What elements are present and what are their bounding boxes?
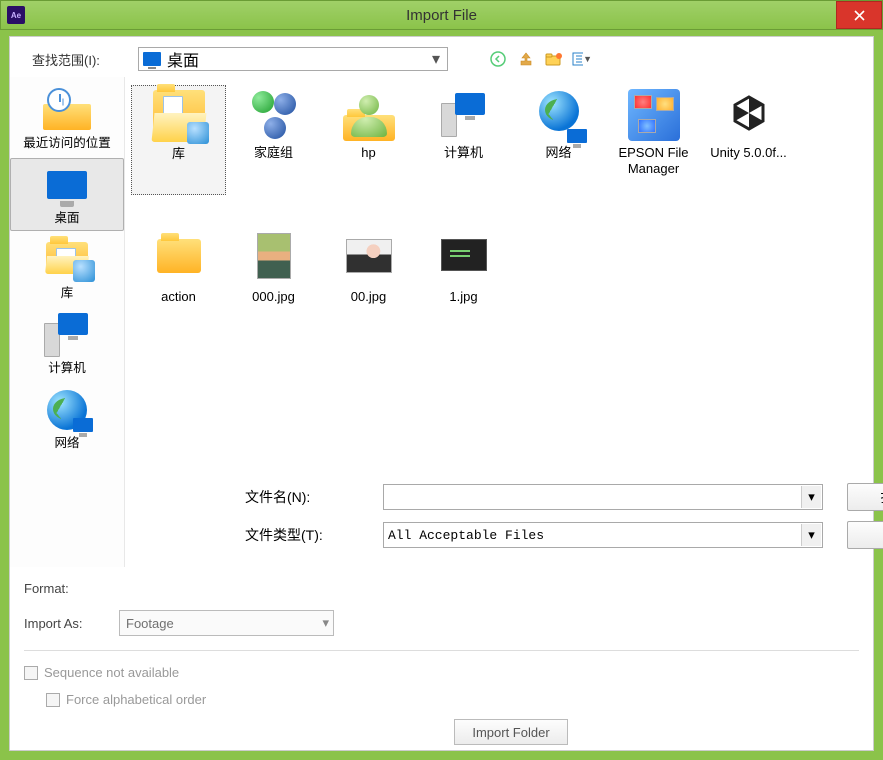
- look-in-label: 查找范围(I):: [32, 50, 138, 69]
- libraries-icon: [43, 238, 91, 280]
- import-folder-button[interactable]: Import Folder: [454, 719, 568, 745]
- place-recent[interactable]: 最近访问的位置: [10, 83, 124, 156]
- look-in-dropdown[interactable]: 桌面 ▾: [138, 47, 448, 71]
- chevron-down-icon: ▾: [801, 486, 821, 508]
- file-item-label: 计算机: [444, 145, 483, 161]
- file-item-unity[interactable]: Unity 5.0.0f...: [701, 85, 796, 195]
- cancel-button[interactable]: 取消: [847, 521, 883, 549]
- look-in-row: 查找范围(I): 桌面 ▾ ▼: [10, 37, 873, 77]
- app-icon: Ae: [7, 6, 25, 24]
- file-item-label: 00.jpg: [351, 289, 386, 305]
- view-menu-icon: [572, 51, 583, 67]
- computer-icon: [43, 313, 91, 355]
- import-as-label: Import As:: [24, 616, 119, 631]
- file-controls: 文件名(N): ▾ 打开(O) 文件类型(T): All Acceptable …: [125, 475, 883, 567]
- file-item-label: 家庭组: [254, 145, 293, 161]
- libraries-icon: [153, 90, 205, 142]
- divider: [24, 650, 859, 651]
- filetype-combobox[interactable]: All Acceptable Files ▾: [383, 522, 823, 548]
- file-item-label: 000.jpg: [252, 289, 295, 305]
- unity-icon: [723, 89, 775, 141]
- desktop-icon: [43, 163, 91, 205]
- place-label: 计算机: [48, 357, 86, 376]
- place-label: 库: [61, 282, 74, 301]
- place-label: 桌面: [54, 207, 79, 226]
- file-item-libraries[interactable]: 库: [131, 85, 226, 195]
- back-icon: [490, 51, 506, 67]
- chevron-down-icon: ▾: [801, 524, 821, 546]
- file-item-label: hp: [361, 145, 375, 161]
- place-libraries[interactable]: 库: [10, 233, 124, 306]
- close-icon: [854, 10, 865, 21]
- look-in-value: 桌面: [167, 47, 199, 71]
- file-item-label: EPSON File Manager: [608, 145, 699, 176]
- image-thumbnail-icon: [438, 233, 490, 285]
- place-label: 网络: [54, 432, 79, 451]
- force-alpha-checkbox[interactable]: [46, 693, 60, 707]
- filename-label: 文件名(N):: [245, 487, 383, 507]
- new-folder-icon: [545, 51, 563, 67]
- file-item-epson[interactable]: EPSON File Manager: [606, 85, 701, 195]
- image-thumbnail-icon: [248, 233, 300, 285]
- filetype-label: 文件类型(T):: [245, 525, 383, 545]
- place-computer[interactable]: 计算机: [10, 308, 124, 381]
- file-item-homegroup[interactable]: 家庭组: [226, 85, 321, 195]
- chevron-down-icon: ▾: [427, 50, 445, 68]
- import-options: Format: Import As: Footage ▾ Sequence no…: [10, 567, 873, 745]
- computer-icon: [438, 89, 490, 141]
- file-item-computer[interactable]: 计算机: [416, 85, 511, 195]
- places-bar: 最近访问的位置 桌面 库 计算机 网络: [10, 77, 125, 567]
- up-level-button[interactable]: [516, 49, 536, 69]
- place-label: 最近访问的位置: [23, 132, 111, 151]
- close-button[interactable]: [836, 1, 882, 29]
- folder-icon: [153, 233, 205, 285]
- open-button[interactable]: 打开(O): [847, 483, 883, 511]
- filename-combobox[interactable]: ▾: [383, 484, 823, 510]
- network-icon: [43, 388, 91, 430]
- place-network[interactable]: 网络: [10, 383, 124, 456]
- window-title: Import File: [406, 7, 477, 24]
- desktop-icon: [143, 52, 161, 66]
- epson-file-manager-icon: [628, 89, 680, 141]
- file-list[interactable]: 库 家庭组 hp 计算机 网络: [125, 77, 883, 475]
- file-item-label: 1.jpg: [449, 289, 477, 305]
- place-desktop[interactable]: 桌面: [10, 158, 124, 231]
- file-item-label: action: [161, 289, 196, 305]
- file-item-000jpg[interactable]: 000.jpg: [226, 229, 321, 339]
- up-level-icon: [518, 51, 534, 67]
- import-as-value: Footage: [126, 616, 174, 631]
- file-item-label: Unity 5.0.0f...: [710, 145, 787, 161]
- recent-places-icon: [43, 88, 91, 130]
- format-label: Format:: [24, 581, 119, 596]
- sequence-checkbox-label: Sequence not available: [44, 665, 179, 680]
- file-item-network[interactable]: 网络: [511, 85, 606, 195]
- file-item-label: 库: [172, 146, 185, 162]
- back-button[interactable]: [488, 49, 508, 69]
- new-folder-button[interactable]: [544, 49, 564, 69]
- view-menu-button[interactable]: ▼: [572, 49, 592, 69]
- network-icon: [533, 89, 585, 141]
- file-item-label: 网络: [545, 145, 571, 161]
- chevron-down-icon: ▾: [322, 615, 329, 631]
- file-item-hp[interactable]: hp: [321, 85, 416, 195]
- force-alpha-checkbox-label: Force alphabetical order: [66, 692, 206, 707]
- user-folder-icon: [343, 89, 395, 141]
- title-bar: Ae Import File: [0, 0, 883, 30]
- file-item-1jpg[interactable]: 1.jpg: [416, 229, 511, 339]
- file-item-action[interactable]: action: [131, 229, 226, 339]
- file-item-00jpg[interactable]: 00.jpg: [321, 229, 416, 339]
- sequence-checkbox[interactable]: [24, 666, 38, 680]
- filetype-value: All Acceptable Files: [388, 528, 544, 543]
- homegroup-icon: [248, 89, 300, 141]
- image-thumbnail-icon: [343, 233, 395, 285]
- import-as-dropdown[interactable]: Footage ▾: [119, 610, 334, 636]
